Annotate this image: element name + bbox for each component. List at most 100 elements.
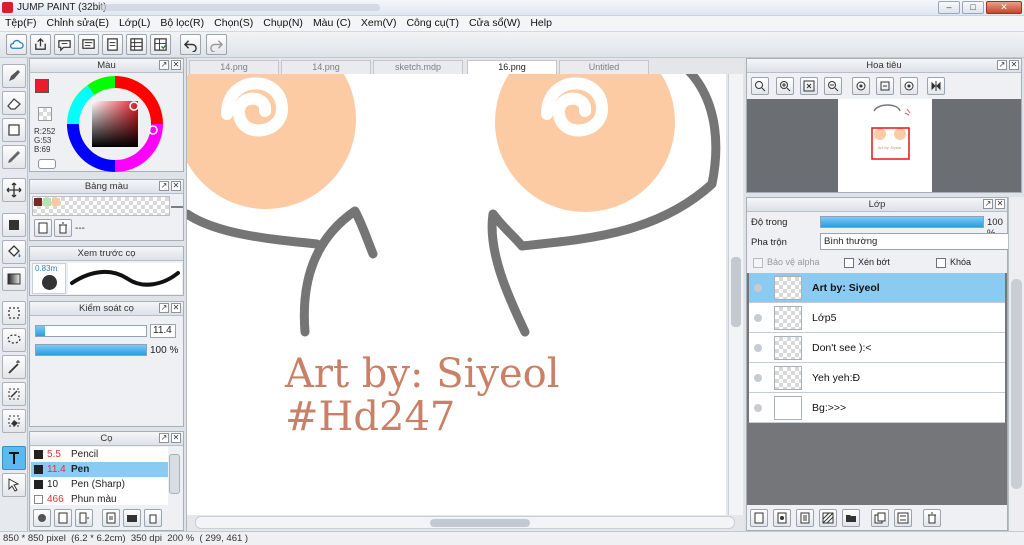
eraser-sel-icon[interactable] xyxy=(2,409,26,433)
new-brush-icon[interactable] xyxy=(54,509,72,527)
canvas-hscroll[interactable] xyxy=(195,516,735,529)
zoom-out-icon[interactable] xyxy=(824,77,842,95)
swatch[interactable] xyxy=(43,198,51,206)
visibility-icon[interactable] xyxy=(754,284,762,292)
page-grid-icon[interactable] xyxy=(126,34,147,55)
panel-close-icon[interactable]: ✕ xyxy=(1009,60,1019,70)
panel-close-icon[interactable]: ✕ xyxy=(171,303,181,313)
copy-layer-icon[interactable] xyxy=(796,509,814,527)
transparent-swatch[interactable] xyxy=(38,107,52,121)
flip-icon[interactable] xyxy=(927,77,945,95)
primary-color-swatch[interactable] xyxy=(35,79,49,93)
layer-row[interactable]: Art by: Siyeol xyxy=(749,273,1005,303)
eraser-tool-icon[interactable] xyxy=(2,91,26,115)
brush-delete-icon[interactable] xyxy=(144,509,162,527)
lock-checkbox[interactable] xyxy=(936,258,946,268)
close-window-button[interactable]: ✕ xyxy=(986,1,1022,14)
speech-icon[interactable] xyxy=(54,34,75,55)
clipping-checkbox[interactable] xyxy=(844,258,854,268)
brush-size-slider[interactable] xyxy=(35,325,147,337)
swatch[interactable] xyxy=(34,198,42,206)
menu-view[interactable]: Xem(V) xyxy=(356,16,402,31)
visibility-icon[interactable] xyxy=(754,404,762,412)
panel-float-icon[interactable]: ↗ xyxy=(159,433,169,443)
maximize-button[interactable]: □ xyxy=(962,1,984,14)
menu-layer[interactable]: Lớp(L) xyxy=(114,16,155,31)
layer-row[interactable]: Yeh yeh:Đ xyxy=(749,363,1005,393)
text-tool-icon[interactable] xyxy=(2,446,26,470)
menu-edit[interactable]: Chỉnh sửa(E) xyxy=(42,16,114,31)
doc-tab[interactable]: 14.png xyxy=(189,60,279,74)
swatch[interactable] xyxy=(52,198,60,206)
doc-tab[interactable]: Untitled xyxy=(559,60,649,74)
panel-close-icon[interactable]: ✕ xyxy=(171,433,181,443)
menu-help[interactable]: Help xyxy=(525,16,557,31)
select-rect-icon[interactable] xyxy=(2,118,26,142)
brush-item-selected[interactable]: 11.4 Pen xyxy=(31,462,168,477)
panel-float-icon[interactable]: ↗ xyxy=(159,181,169,191)
rotate-reset-icon[interactable] xyxy=(876,77,894,95)
layer-opacity-slider[interactable] xyxy=(820,216,984,228)
fill-shape-icon[interactable] xyxy=(2,213,26,237)
new-layer-icon[interactable] xyxy=(750,509,768,527)
brush-settings-icon[interactable] xyxy=(33,509,51,527)
merge-icon[interactable] xyxy=(894,509,912,527)
color-wheel[interactable] xyxy=(66,75,164,173)
zoom-fit-icon[interactable] xyxy=(751,77,769,95)
gradient-tool-icon[interactable] xyxy=(2,267,26,291)
menu-tools[interactable]: Công cụ(T) xyxy=(401,16,464,31)
visibility-icon[interactable] xyxy=(754,374,762,382)
layer-row[interactable]: Lớp5 xyxy=(749,303,1005,333)
pen-tool-icon[interactable] xyxy=(2,64,26,88)
halftone-layer-icon[interactable] xyxy=(819,509,837,527)
duplicate-icon[interactable] xyxy=(871,509,889,527)
lasso-tool-icon[interactable] xyxy=(2,328,26,352)
brush-copy-icon[interactable] xyxy=(102,509,120,527)
layer-vscroll[interactable] xyxy=(1008,197,1024,531)
undo-icon[interactable] xyxy=(180,34,201,55)
panel-close-icon[interactable]: ✕ xyxy=(171,60,181,70)
rotate-left-icon[interactable] xyxy=(852,77,870,95)
menu-select[interactable]: Chọn(S) xyxy=(209,16,258,31)
move-tool-icon[interactable] xyxy=(2,178,26,202)
panel-float-icon[interactable]: ↗ xyxy=(159,303,169,313)
layer-row[interactable]: Bg:>>> xyxy=(749,393,1005,423)
layer-row[interactable]: Don't see ):< xyxy=(749,333,1005,363)
brush-folder-icon[interactable] xyxy=(123,509,141,527)
brush-item[interactable]: 466 Phun màu xyxy=(31,492,168,505)
panel-float-icon[interactable]: ↗ xyxy=(997,60,1007,70)
doc-tab[interactable]: 14.png xyxy=(281,60,371,74)
eyedropper-mini-icon[interactable] xyxy=(38,159,56,169)
layout-check-icon[interactable] xyxy=(150,34,171,55)
brush-item[interactable]: 10 Pen (Sharp) xyxy=(31,477,168,492)
brush-list-scrollbar[interactable] xyxy=(169,454,180,494)
drawing-canvas[interactable]: Art by: Siyeol #Hd247 xyxy=(187,74,726,515)
menu-window[interactable]: Cửa sổ(W) xyxy=(464,16,525,31)
zoom-in-icon[interactable] xyxy=(776,77,794,95)
cloud-icon[interactable] xyxy=(6,34,27,55)
add-swatch-icon[interactable] xyxy=(34,219,52,237)
page-icon[interactable] xyxy=(102,34,123,55)
trash-icon[interactable] xyxy=(923,509,941,527)
rotate-right-icon[interactable] xyxy=(900,77,918,95)
menu-color[interactable]: Màu (C) xyxy=(308,16,356,31)
menu-file[interactable]: Tệp(F) xyxy=(0,16,42,31)
swatch-scroll-handle[interactable] xyxy=(171,206,183,208)
ruler-tool-icon[interactable] xyxy=(2,382,26,406)
panel-float-icon[interactable]: ↗ xyxy=(983,199,993,209)
brush-size-value[interactable]: 11.4 xyxy=(150,324,176,338)
doc-tab[interactable]: sketch.mdp xyxy=(373,60,463,74)
zoom-actual-icon[interactable] xyxy=(800,77,818,95)
panel-float-icon[interactable]: ↗ xyxy=(159,60,169,70)
navigator-view[interactable]: Art by: Siyeol xyxy=(747,99,1021,192)
visibility-icon[interactable] xyxy=(754,344,762,352)
doc-tab-active[interactable]: 16.png xyxy=(467,60,557,75)
blend-mode-select[interactable]: Bình thường ▾ xyxy=(820,233,1019,250)
visibility-icon[interactable] xyxy=(754,314,762,322)
canvas-vscroll[interactable] xyxy=(728,74,743,515)
brush-menu-icon[interactable] xyxy=(75,509,93,527)
menu-capture[interactable]: Chụp(N) xyxy=(258,16,308,31)
redo-icon[interactable] xyxy=(206,34,227,55)
folder-icon[interactable] xyxy=(842,509,860,527)
menu-filter[interactable]: Bộ lọc(R) xyxy=(155,16,209,31)
